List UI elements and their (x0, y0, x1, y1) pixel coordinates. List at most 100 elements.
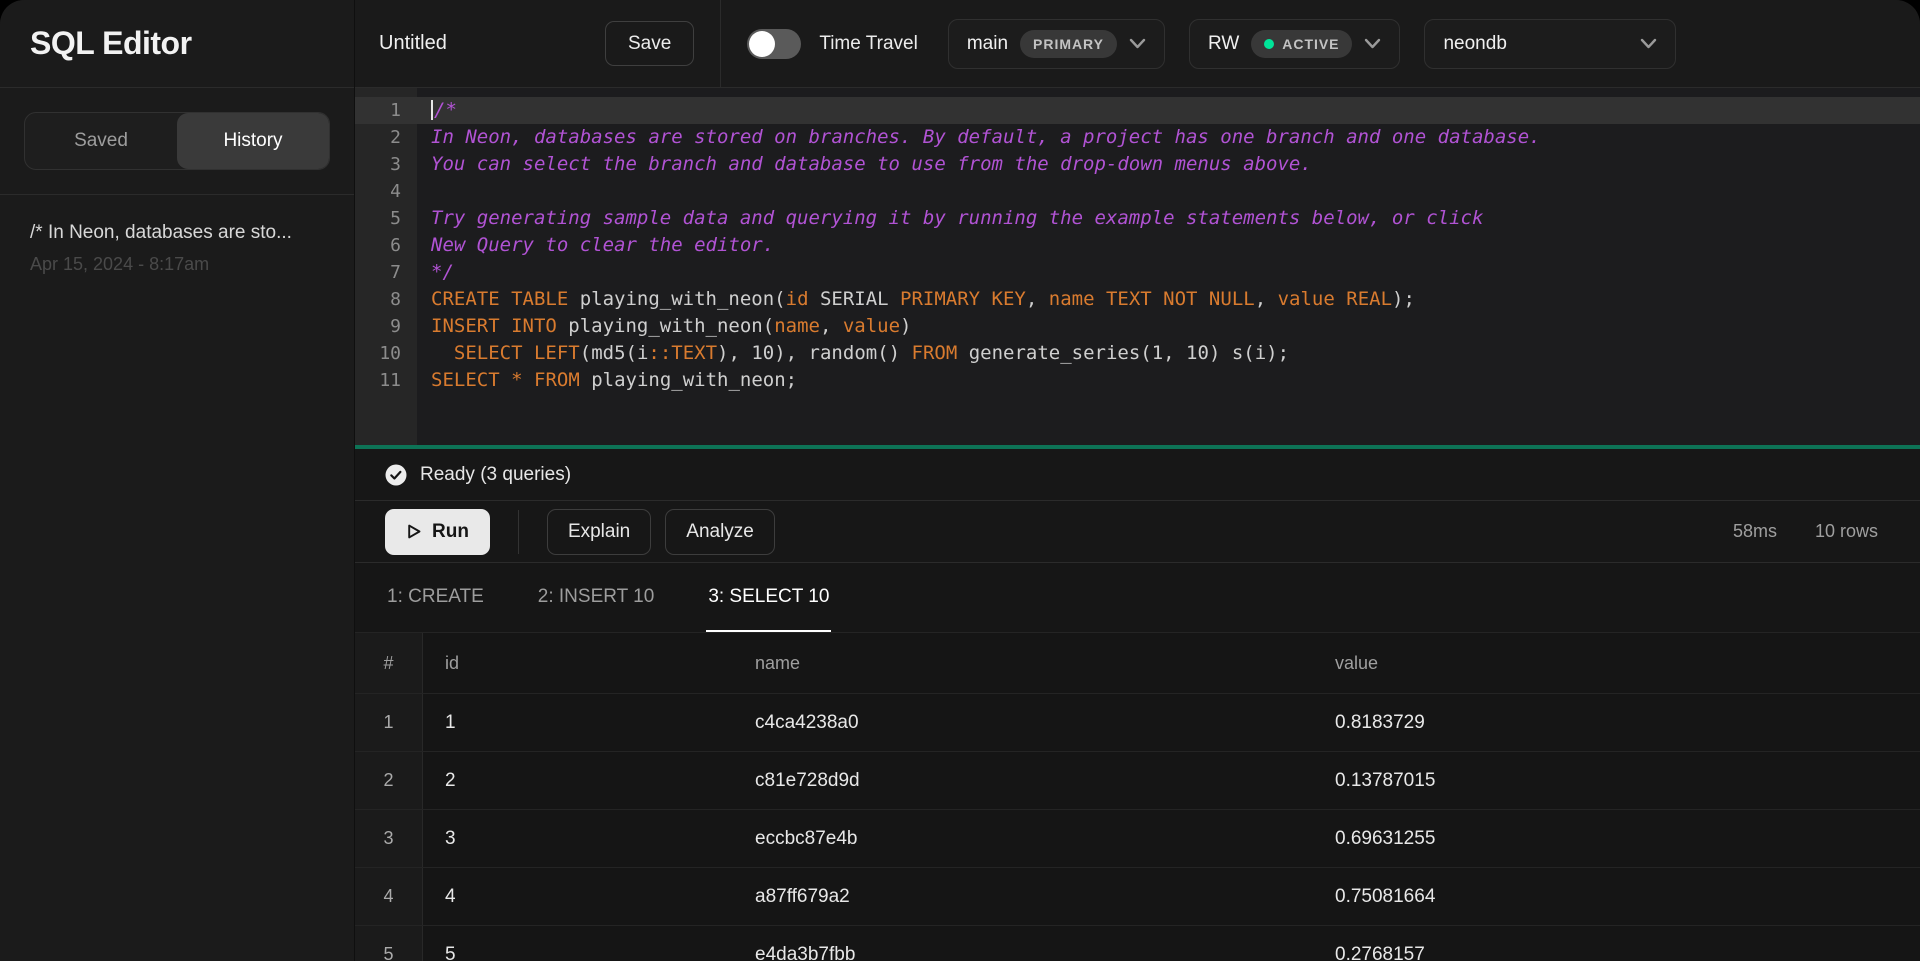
analyze-button[interactable]: Analyze (665, 509, 775, 555)
line-content: SELECT LEFT(md5(i::TEXT), 10), random() … (417, 340, 1920, 367)
results-table-body: 11c4ca4238a00.818372922c81e728d9d0.13787… (355, 693, 1920, 961)
code-token: value (1278, 288, 1335, 310)
result-tab-3[interactable]: 3: SELECT 10 (706, 563, 831, 632)
line-number: 6 (355, 232, 417, 259)
actions-divider (518, 510, 519, 554)
code-line[interactable]: 4 (355, 178, 1920, 205)
history-list: /* In Neon, databases are sto...Apr 15, … (0, 195, 354, 301)
play-icon (406, 523, 422, 540)
branch-name: main (967, 33, 1008, 55)
line-content: INSERT INTO playing_with_neon(name, valu… (417, 313, 1920, 340)
compute-status-label: ACTIVE (1282, 36, 1339, 52)
code-token: LEFT (534, 342, 580, 364)
branch-select[interactable]: main PRIMARY (948, 19, 1165, 69)
code-line[interactable]: 8CREATE TABLE playing_with_neon(id SERIA… (355, 286, 1920, 313)
line-number: 4 (355, 178, 417, 205)
code-token (431, 342, 454, 364)
line-content: New Query to clear the editor. (417, 232, 1920, 259)
code-token (523, 369, 534, 391)
code-token: playing_with_neon( (568, 288, 785, 310)
table-row: 33eccbc87e4b0.69631255 (355, 809, 1920, 867)
sidebar-tabs: SavedHistory (24, 112, 330, 170)
line-number: 8 (355, 286, 417, 313)
code-line[interactable]: 3You can select the branch and database … (355, 151, 1920, 178)
topbar: Untitled Save Time Travel main PRIMARY R… (355, 0, 1920, 88)
database-select[interactable]: neondb (1424, 19, 1676, 69)
line-number: 10 (355, 340, 417, 367)
column-header: name (733, 633, 1313, 693)
result-tab-2[interactable]: 2: INSERT 10 (536, 563, 657, 632)
compute-select[interactable]: RW ACTIVE (1189, 19, 1401, 69)
code-token: (md5(i (580, 342, 649, 364)
table-cell: 0.8183729 (1313, 694, 1920, 751)
chevron-down-icon (1364, 38, 1381, 49)
code-token (1095, 288, 1106, 310)
table-cell: 0.69631255 (1313, 810, 1920, 867)
code-token: , (820, 315, 843, 337)
code-line[interactable]: 7*/ (355, 259, 1920, 286)
code-line[interactable]: 11SELECT * FROM playing_with_neon; (355, 367, 1920, 394)
results-table: #idnamevalue 11c4ca4238a00.818372922c81e… (355, 633, 1920, 961)
code-token: TEXT (671, 342, 717, 364)
code-line[interactable]: 1 /* (355, 97, 1920, 124)
check-circle-icon (385, 464, 407, 486)
chevron-down-icon (1640, 38, 1657, 49)
code-line[interactable]: 10 SELECT LEFT(md5(i::TEXT), 10), random… (355, 340, 1920, 367)
code-token: generate_series(1, 10) s(i); (957, 342, 1289, 364)
code-line[interactable]: 6New Query to clear the editor. (355, 232, 1920, 259)
time-travel-toggle[interactable] (747, 29, 801, 59)
line-content: You can select the branch and database t… (417, 151, 1920, 178)
code-token: SELECT (431, 369, 500, 391)
table-cell: 4 (355, 868, 423, 925)
table-cell: a87ff679a2 (733, 868, 1313, 925)
code-token: playing_with_neon; (580, 369, 797, 391)
line-content: SELECT * FROM playing_with_neon; (417, 367, 1920, 394)
sidebar-tab-saved[interactable]: Saved (25, 113, 177, 169)
code-line[interactable]: 2 In Neon, databases are stored on branch… (355, 124, 1920, 151)
sidebar-tab-history[interactable]: History (177, 113, 329, 169)
line-content: CREATE TABLE playing_with_neon(id SERIAL… (417, 286, 1920, 313)
explain-button[interactable]: Explain (547, 509, 651, 555)
chevron-down-icon (1129, 38, 1146, 49)
table-cell: 2 (423, 752, 733, 809)
branch-primary-badge: PRIMARY (1020, 30, 1117, 58)
table-cell: 0.13787015 (1313, 752, 1920, 809)
code-token (500, 369, 511, 391)
code-token: * (511, 369, 522, 391)
code-token: TEXT NOT NULL (1106, 288, 1255, 310)
time-travel-label: Time Travel (819, 33, 918, 55)
table-row: 44a87ff679a20.75081664 (355, 867, 1920, 925)
run-button[interactable]: Run (385, 509, 490, 555)
table-cell: 4 (423, 868, 733, 925)
line-number: 9 (355, 313, 417, 340)
table-cell: 2 (355, 752, 423, 809)
compute-name: RW (1208, 33, 1239, 55)
ready-status-text: Ready (3 queries) (420, 464, 571, 486)
code-token (523, 342, 534, 364)
code-editor[interactable]: 1 /* 2 In Neon, databases are stored on bra… (355, 88, 1920, 449)
compute-status-badge: ACTIVE (1251, 30, 1352, 58)
history-item[interactable]: /* In Neon, databases are sto...Apr 15, … (30, 221, 324, 275)
text-cursor (431, 100, 433, 120)
code-token: /* (434, 99, 457, 121)
code-token: You can select the branch and database t… (431, 153, 1312, 175)
table-cell: 3 (423, 810, 733, 867)
table-cell: c81e728d9d (733, 752, 1313, 809)
result-tab-1[interactable]: 1: CREATE (385, 563, 486, 632)
code-line[interactable]: 9INSERT INTO playing_with_neon(name, val… (355, 313, 1920, 340)
line-number: 1 (355, 97, 417, 124)
code-token: name (774, 315, 820, 337)
code-token: In Neon, databases are stored on branche… (431, 126, 1541, 148)
history-item-date: Apr 15, 2024 - 8:17am (30, 254, 324, 275)
query-title[interactable]: Untitled (379, 32, 605, 55)
column-header: value (1313, 633, 1920, 693)
line-number: 2 (355, 124, 417, 151)
code-token: , (1026, 288, 1049, 310)
code-token (1335, 288, 1346, 310)
line-content: In Neon, databases are stored on branche… (417, 124, 1920, 151)
code-token: CREATE TABLE (431, 288, 568, 310)
save-button[interactable]: Save (605, 21, 694, 66)
line-number: 7 (355, 259, 417, 286)
toggle-knob-icon (749, 31, 775, 57)
code-line[interactable]: 5Try generating sample data and querying… (355, 205, 1920, 232)
